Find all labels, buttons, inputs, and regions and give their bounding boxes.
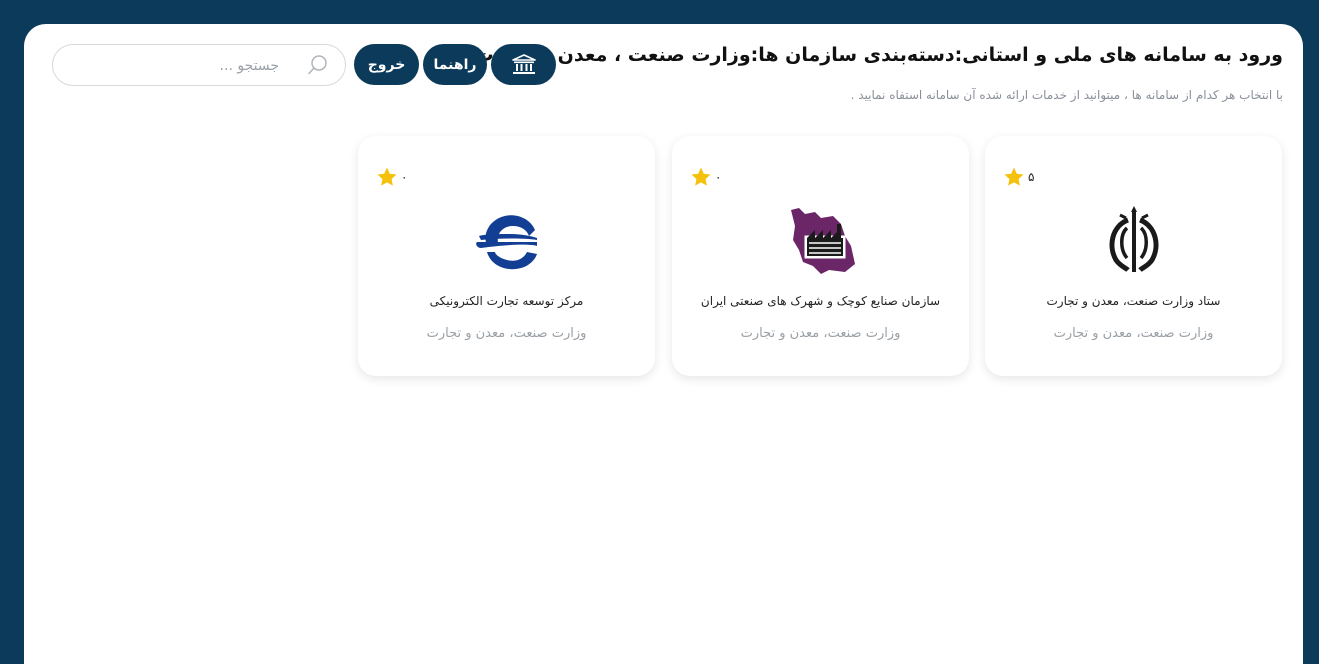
search-box[interactable] xyxy=(52,44,346,86)
card-org: وزارت صنعت، معدن و تجارت xyxy=(426,326,587,341)
rating-value: ۰ xyxy=(715,170,722,184)
exit-button[interactable]: خروج xyxy=(354,44,419,85)
service-card-2[interactable]: ۰ سازمان صنایع کوچک و شهرک های صنعتی ایر… xyxy=(672,136,969,376)
iran-map-factory-icon xyxy=(785,206,857,278)
star-icon xyxy=(377,167,397,186)
main-panel: ورود به سامانه های ملی و استانی:دسته‌بند… xyxy=(24,24,1303,664)
star-icon xyxy=(1004,167,1024,186)
search-icon[interactable] xyxy=(307,54,329,76)
card-org: وزارت صنعت، معدن و تجارت xyxy=(1053,326,1214,341)
service-card-1[interactable]: ۵ ستاد وزارت صنعت، معدن و تجارت وزارت صن… xyxy=(985,136,1282,376)
card-title: مرکز توسعه تجارت الکترونیکی xyxy=(429,294,584,308)
iran-emblem-icon xyxy=(1098,206,1170,278)
card-title: ستاد وزارت صنعت، معدن و تجارت xyxy=(1046,294,1221,308)
card-org: وزارت صنعت، معدن و تجارت xyxy=(740,326,901,341)
service-card-3[interactable]: ۰ مرکز توسعه تجارت الکترونیکی وزارت صنعت… xyxy=(358,136,655,376)
rating-value: ۰ xyxy=(401,170,408,184)
bank-building-icon xyxy=(511,53,536,76)
ecommerce-e-logo-icon xyxy=(471,206,543,278)
rating: ۵ xyxy=(1003,166,1034,188)
page-subtitle: با انتخاب هر کدام از سامانه ها ، میتوانی… xyxy=(850,88,1283,102)
star-icon xyxy=(691,167,711,186)
page-title: ورود به سامانه های ملی و استانی:دسته‌بند… xyxy=(474,44,1283,66)
rating-value: ۵ xyxy=(1028,170,1035,184)
rating: ۰ xyxy=(376,166,407,188)
help-button[interactable]: راهنما xyxy=(423,44,487,85)
search-input[interactable] xyxy=(67,53,281,79)
rating: ۰ xyxy=(690,166,721,188)
home-button[interactable] xyxy=(491,44,556,85)
card-title: سازمان صنایع کوچک و شهرک های صنعتی ایران xyxy=(700,294,941,308)
